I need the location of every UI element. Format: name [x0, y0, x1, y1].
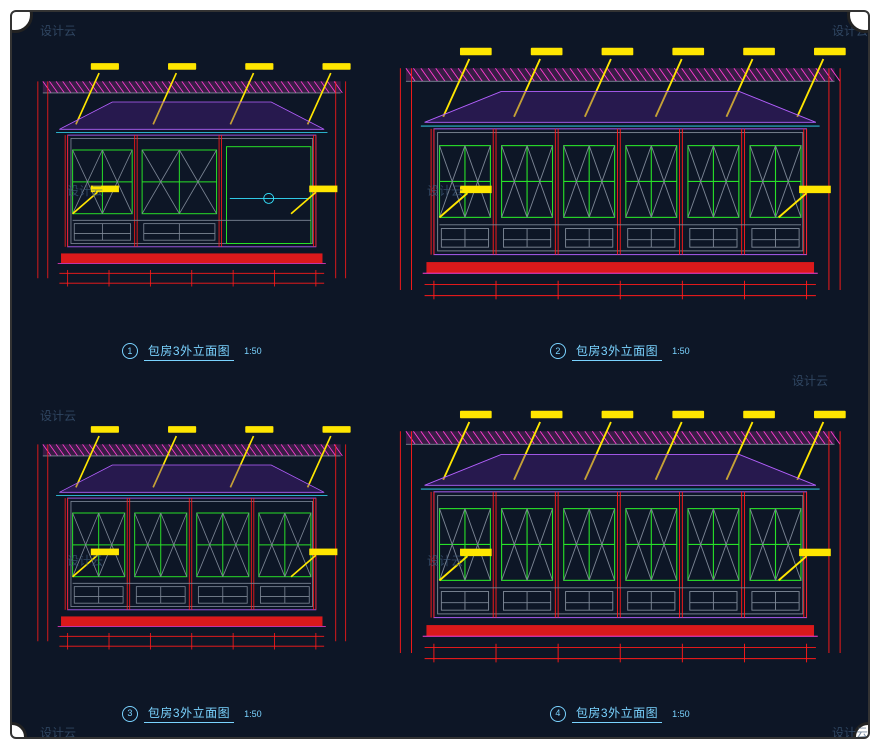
view-bullet: 1	[122, 343, 138, 359]
view-title: 包房3外立面图	[144, 342, 234, 361]
elevation-drawing-a	[18, 32, 366, 338]
cad-canvas[interactable]: 1 包房3外立面图 1:50 2 包房3外立面图 1:50 3 包房3外立面图 …	[10, 10, 870, 739]
view-bullet: 2	[550, 343, 566, 359]
view-scale: 1:50	[672, 709, 690, 719]
elevation-drawing-c	[18, 395, 366, 701]
view-title: 包房3外立面图	[144, 704, 234, 723]
view-scale: 1:50	[244, 709, 262, 719]
drawing-title-row: 1 包房3外立面图 1:50	[122, 342, 262, 361]
elevation-grid: 1 包房3外立面图 1:50 2 包房3外立面图 1:50 3 包房3外立面图 …	[12, 12, 868, 737]
elevation-drawing-d	[378, 395, 862, 701]
elevation-view-d: 4 包房3外立面图 1:50	[372, 375, 868, 738]
view-bullet: 3	[122, 706, 138, 722]
elevation-view-c: 3 包房3外立面图 1:50	[12, 375, 372, 738]
drawing-title-row: 4 包房3外立面图 1:50	[550, 704, 690, 723]
view-title: 包房3外立面图	[572, 342, 662, 361]
view-title: 包房3外立面图	[572, 704, 662, 723]
elevation-view-b: 2 包房3外立面图 1:50	[372, 12, 868, 375]
view-scale: 1:50	[672, 346, 690, 356]
view-bullet: 4	[550, 706, 566, 722]
view-scale: 1:50	[244, 346, 262, 356]
drawing-title-row: 3 包房3外立面图 1:50	[122, 704, 262, 723]
elevation-drawing-b	[378, 32, 862, 338]
elevation-view-a: 1 包房3外立面图 1:50	[12, 12, 372, 375]
drawing-title-row: 2 包房3外立面图 1:50	[550, 342, 690, 361]
